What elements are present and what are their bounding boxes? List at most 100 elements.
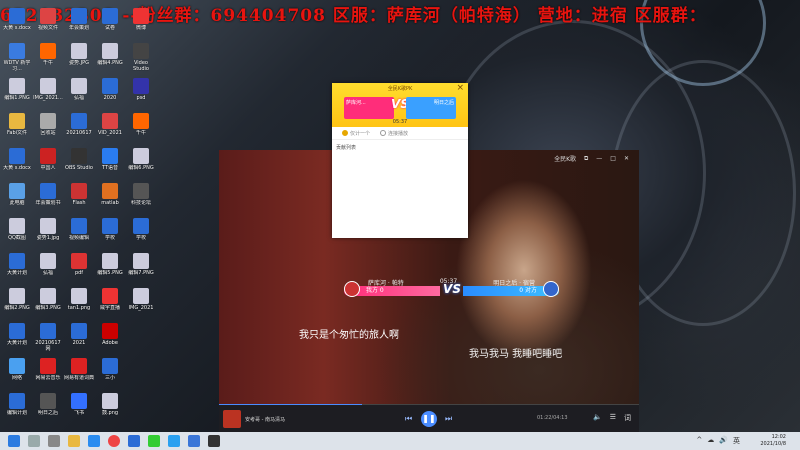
adobe-icon xyxy=(102,323,118,339)
desktop-icon[interactable]: 大黄计划 xyxy=(2,253,32,289)
desktop-icon[interactable]: Flash xyxy=(64,183,94,219)
task-view-icon[interactable] xyxy=(48,435,60,447)
tray-expand-icon[interactable]: ^ xyxy=(696,436,702,446)
desktop-icon[interactable]: 试卷 xyxy=(95,8,125,44)
next-icon[interactable]: ⏭ xyxy=(445,414,452,424)
word-icon xyxy=(71,8,87,24)
desktop-icon[interactable]: matlab xyxy=(95,183,125,219)
maximize-icon[interactable]: □ xyxy=(610,155,616,162)
desktop-icon[interactable]: 编辑7.PNG xyxy=(126,253,156,289)
desktop-icon[interactable]: QQ截图 xyxy=(2,218,32,254)
radio-selected-icon[interactable] xyxy=(342,130,348,136)
option-b[interactable]: 连接播放 xyxy=(380,130,408,137)
lyric-line-current: 我只是个匆忙的旅人啊 xyxy=(299,330,399,341)
desktop-icon[interactable]: 编辑计划 xyxy=(2,393,32,429)
qq-icon[interactable] xyxy=(168,435,180,447)
desktop-icon[interactable]: 科技论坛 xyxy=(126,183,156,219)
desktop-icon[interactable]: 编辑3.PNG xyxy=(33,288,63,324)
desktop-icon[interactable]: 学校 xyxy=(95,218,125,254)
desktop-icon[interactable]: 编辑6.PNG xyxy=(126,148,156,184)
word-icon[interactable] xyxy=(128,435,140,447)
desktop-icon[interactable]: 飞书 xyxy=(64,393,94,429)
desktop-icon-label: 20210617 xyxy=(66,130,92,136)
desktop-icon[interactable]: 此电脑 xyxy=(2,183,32,219)
network-icon[interactable]: ☁ xyxy=(707,436,714,446)
desktop-icon[interactable]: 网易有道词典 xyxy=(64,358,94,394)
desktop-icon[interactable]: OBS Studio xyxy=(64,148,94,184)
desktop-icon[interactable]: 2020 xyxy=(95,78,125,114)
desktop-icon[interactable]: 20210617 xyxy=(64,113,94,149)
desktop-icon[interactable]: 姿势.JPG xyxy=(64,43,94,79)
desktop-icon[interactable]: IMG_2021... xyxy=(33,78,63,114)
desktop-icon-label: 编辑5.PNG xyxy=(97,270,123,276)
wechat-icon[interactable] xyxy=(148,435,160,447)
desktop-icon[interactable]: 网易云音乐 xyxy=(33,358,63,394)
search-icon[interactable] xyxy=(28,435,40,447)
desktop-icon[interactable]: 20210617网 xyxy=(33,323,63,359)
close-icon[interactable]: × xyxy=(456,83,464,93)
previous-icon[interactable]: ⏮ xyxy=(405,414,412,424)
volume-icon[interactable]: 🔈 xyxy=(593,413,602,423)
input-method-icon[interactable]: 英 xyxy=(733,436,740,446)
desktop-icon-label: 三小 xyxy=(104,375,115,381)
desktop-icon[interactable]: 编辑2.PNG xyxy=(2,288,32,324)
desktop-icon[interactable]: Adobe xyxy=(95,323,125,359)
desktop-icon[interactable]: 编辑4.PNG xyxy=(95,43,125,79)
desktop-icon[interactable]: 年会策划书 xyxy=(33,183,63,219)
desktop-icon[interactable]: 编辑1.PNG xyxy=(2,78,32,114)
desktop-icon[interactable]: 年会策划 xyxy=(64,8,94,44)
pk-popup-window[interactable]: 全民K歌PK × 萨库河... VS 明日之后 05:37 仅计一个 连接播放 … xyxy=(332,83,468,238)
album-art[interactable] xyxy=(223,410,241,428)
desktop-icon[interactable]: tan1.png xyxy=(64,288,94,324)
edge-icon[interactable] xyxy=(88,435,100,447)
desktop-icon[interactable]: 大黄计划 xyxy=(2,323,32,359)
lyrics-toggle[interactable]: 词 xyxy=(624,413,631,423)
minimize-icon[interactable]: — xyxy=(596,155,602,162)
desktop-icon[interactable]: 网络 xyxy=(2,358,32,394)
radio-icon[interactable] xyxy=(380,130,387,136)
desktop-icon[interactable]: 千牛 xyxy=(33,43,63,79)
desktop-icon-label: 微博 xyxy=(135,25,146,31)
app-icon xyxy=(40,43,56,59)
desktop-icon[interactable]: 视频文件 xyxy=(33,8,63,44)
desktop-icon[interactable]: 鼓.png xyxy=(95,393,125,429)
desktop-icon[interactable]: Video Studio xyxy=(126,43,156,79)
desktop-icon[interactable]: 大黄 s.docx xyxy=(2,8,32,44)
pip-icon[interactable]: ⧉ xyxy=(584,155,588,163)
pause-button[interactable]: ❚❚ xyxy=(421,411,437,427)
start-icon[interactable] xyxy=(8,435,20,447)
desktop-icon[interactable]: 姿势1.jpg xyxy=(33,218,63,254)
desktop-icon[interactable]: 微博 xyxy=(126,8,156,44)
desktop-icon[interactable]: 千牛 xyxy=(126,113,156,149)
clock[interactable]: 12:02 2021/10/8 xyxy=(760,434,786,448)
desktop-icon[interactable]: 编辑5.PNG xyxy=(95,253,125,289)
desktop-icon[interactable]: 大黄 s.docx xyxy=(2,148,32,184)
desktop-icon[interactable]: 明日之后 xyxy=(33,393,63,429)
desktop-icon[interactable]: 中国人 xyxy=(33,148,63,184)
desktop-icon[interactable]: 三小 xyxy=(95,358,125,394)
desktop-icon[interactable]: 回收站 xyxy=(33,113,63,149)
option-a[interactable]: 仅计一个 xyxy=(342,130,370,137)
desktop-icon[interactable]: TT语音 xyxy=(95,148,125,184)
desktop-icon[interactable]: 学校 xyxy=(126,218,156,254)
chrome-icon[interactable] xyxy=(108,435,120,447)
desktop-icon[interactable]: Fabi文件 xyxy=(2,113,32,149)
desktop-icon[interactable]: 弘福 xyxy=(64,78,94,114)
obs-icon[interactable] xyxy=(208,435,220,447)
desktop-icon[interactable]: 视频编辑 xyxy=(64,218,94,254)
desktop-icon[interactable]: pdf xyxy=(64,253,94,289)
desktop-icon[interactable]: 2021 xyxy=(64,323,94,359)
karaoke-app-icon[interactable] xyxy=(188,435,200,447)
desktop-icon[interactable]: VID_2021 xyxy=(95,113,125,149)
desktop-icon[interactable]: IMG_2021 xyxy=(126,288,156,324)
network-icon xyxy=(9,358,25,374)
volume-icon[interactable]: 🔊 xyxy=(719,436,728,446)
desktop-icon[interactable]: 威宇直播 xyxy=(95,288,125,324)
close-icon[interactable]: ✕ xyxy=(624,155,629,162)
desktop-icon[interactable]: psd xyxy=(126,78,156,114)
desktop-icon-label: 明日之后 xyxy=(37,410,58,416)
desktop-icon[interactable]: WDTV 新学习... xyxy=(2,43,32,79)
desktop-icon[interactable]: 弘福 xyxy=(33,253,63,289)
playlist-icon[interactable]: ☰ xyxy=(610,413,616,423)
file-explorer-icon[interactable] xyxy=(68,435,80,447)
